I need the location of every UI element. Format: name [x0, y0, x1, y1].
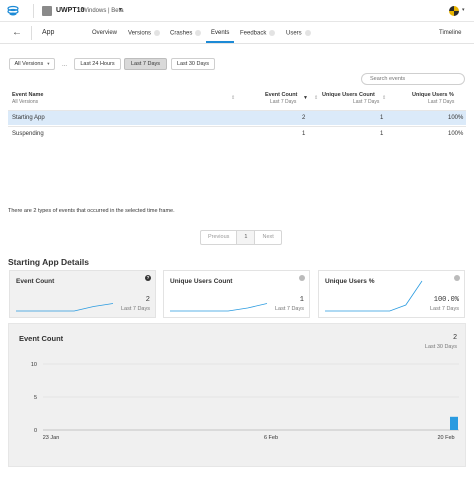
header-unique-users-pct[interactable]: Unique Users % — [412, 92, 454, 98]
sort-icon[interactable]: ⇕ — [231, 95, 235, 101]
sparkline — [170, 303, 268, 312]
header-unique-users-count[interactable]: Unique Users Count — [322, 92, 375, 98]
badge-icon — [304, 30, 311, 36]
header-unique-users-count-sub: Last 7 Days — [353, 99, 380, 105]
app-os[interactable]: Windows | Beta — [82, 8, 124, 14]
account-caret-icon[interactable]: ▾ — [462, 7, 465, 13]
card-sub: Last 7 Days — [429, 306, 459, 312]
chart-bar[interactable] — [450, 416, 458, 430]
tab-label: Events — [211, 30, 230, 36]
divider — [31, 26, 32, 40]
cell-event-name: Starting App — [12, 115, 45, 121]
previous-page-button[interactable]: Previous — [201, 231, 238, 244]
table-row[interactable]: Suspending 1 1 100% — [8, 126, 466, 141]
app-icon — [42, 6, 52, 16]
next-page-button[interactable]: Next — [255, 231, 280, 244]
tab-crashes[interactable]: Crashes — [170, 30, 202, 37]
tab-users[interactable]: Users — [286, 30, 311, 37]
card-value: 1 — [299, 296, 304, 304]
details-title: Starting App Details — [8, 257, 89, 267]
card-sub: Last 7 Days — [120, 306, 150, 312]
x-tick-label: 6 Feb — [264, 435, 278, 441]
app-name[interactable]: UWPT10 — [56, 7, 84, 14]
card-event-count[interactable]: Event Count ? 2 Last 7 Days — [9, 270, 156, 318]
back-arrow-icon[interactable]: ← — [12, 27, 22, 38]
chevron-down-icon: ▾ — [47, 61, 50, 66]
app-center-logo-icon[interactable] — [7, 5, 19, 17]
range-last-7-days-button[interactable]: Last 7 Days — [124, 58, 167, 70]
card-value: 100.0% — [433, 296, 459, 304]
card-sub: Last 7 Days — [274, 306, 304, 312]
header-event-count-sub: Last 7 Days — [270, 99, 297, 105]
cell-unique-users-pct: 100% — [448, 115, 464, 121]
tab-label: Overview — [92, 30, 118, 36]
cell-event-count: 1 — [302, 131, 306, 137]
timeline-link[interactable]: Timeline — [439, 30, 461, 36]
event-count-chart: 0 5 10 23 Jan 6 Feb 20 Feb — [31, 362, 459, 441]
user-avatar-icon[interactable] — [449, 6, 459, 16]
header-event-name-sub: All Versions — [12, 99, 39, 105]
top-bar: UWPT10 Windows | Beta ▾ ▾ — [0, 0, 474, 22]
table-row[interactable]: Starting App 2 1 100% — [8, 110, 466, 125]
tab-label: Feedback — [240, 30, 267, 37]
tab-versions[interactable]: Versions — [128, 30, 161, 37]
tab-feedback[interactable]: Feedback — [240, 30, 276, 37]
badge-icon — [154, 30, 161, 36]
app-switcher-caret-icon[interactable]: ▾ — [119, 6, 122, 13]
tab-label: Crashes — [170, 30, 193, 37]
tab-label: Users — [286, 30, 302, 37]
nav-bar: ← App Overview Versions Crashes Events F… — [0, 22, 474, 44]
nav-app-label: App — [42, 29, 55, 36]
y-tick-label: 10 — [31, 362, 37, 368]
y-tick-label: 0 — [34, 428, 37, 434]
sort-icon[interactable]: ⇕ — [382, 95, 386, 101]
header-event-count[interactable]: Event Count — [265, 92, 297, 98]
cell-unique-users-pct: 100% — [448, 131, 464, 137]
tab-overview[interactable]: Overview — [92, 30, 117, 36]
cell-unique-users: 1 — [380, 131, 384, 137]
event-count-chart-panel: Event Count 2 Last 30 Days 0 5 10 23 Jan 6 F… — [8, 323, 466, 467]
versions-dropdown[interactable]: All Versions ▾ — [9, 58, 55, 70]
sort-desc-icon[interactable]: ▼ — [303, 95, 308, 101]
sort-icon[interactable]: ⇕ — [314, 95, 318, 101]
header-event-name[interactable]: Event Name — [12, 92, 44, 98]
x-tick-label: 20 Feb — [437, 435, 454, 441]
badge-icon — [195, 30, 202, 36]
page-number-button[interactable]: 1 — [237, 231, 256, 244]
range-last-24-hours-button[interactable]: Last 24 Hours — [74, 58, 121, 70]
card-unique-users-count[interactable]: Unique Users Count 1 Last 7 Days — [163, 270, 310, 318]
range-last-30-days-button[interactable]: Last 30 Days — [171, 58, 215, 70]
badge-icon — [269, 30, 276, 36]
tab-label: Versions — [128, 30, 152, 37]
sparkline — [325, 280, 423, 312]
cell-event-count: 2 — [302, 115, 306, 121]
search-events-input[interactable] — [361, 73, 465, 85]
cell-event-name: Suspending — [12, 131, 44, 137]
header-unique-users-pct-sub: Last 7 Days — [428, 99, 455, 105]
card-unique-users-pct[interactable]: Unique Users % 100.0% Last 7 Days — [318, 270, 465, 318]
sparkline — [16, 303, 114, 312]
pagination: Previous 1 Next — [200, 230, 282, 245]
tab-events[interactable]: Events — [211, 30, 229, 36]
divider — [33, 4, 34, 18]
more-filters-ellipsis[interactable]: ... — [62, 62, 67, 68]
events-summary-text: There are 2 types of events that occurre… — [8, 208, 175, 214]
active-tab-indicator — [206, 41, 234, 43]
card-value: 2 — [145, 296, 150, 304]
y-tick-label: 5 — [34, 395, 37, 401]
cell-unique-users: 1 — [380, 115, 384, 121]
x-tick-label: 23 Jan — [43, 435, 60, 441]
versions-dropdown-label: All Versions — [14, 61, 44, 67]
